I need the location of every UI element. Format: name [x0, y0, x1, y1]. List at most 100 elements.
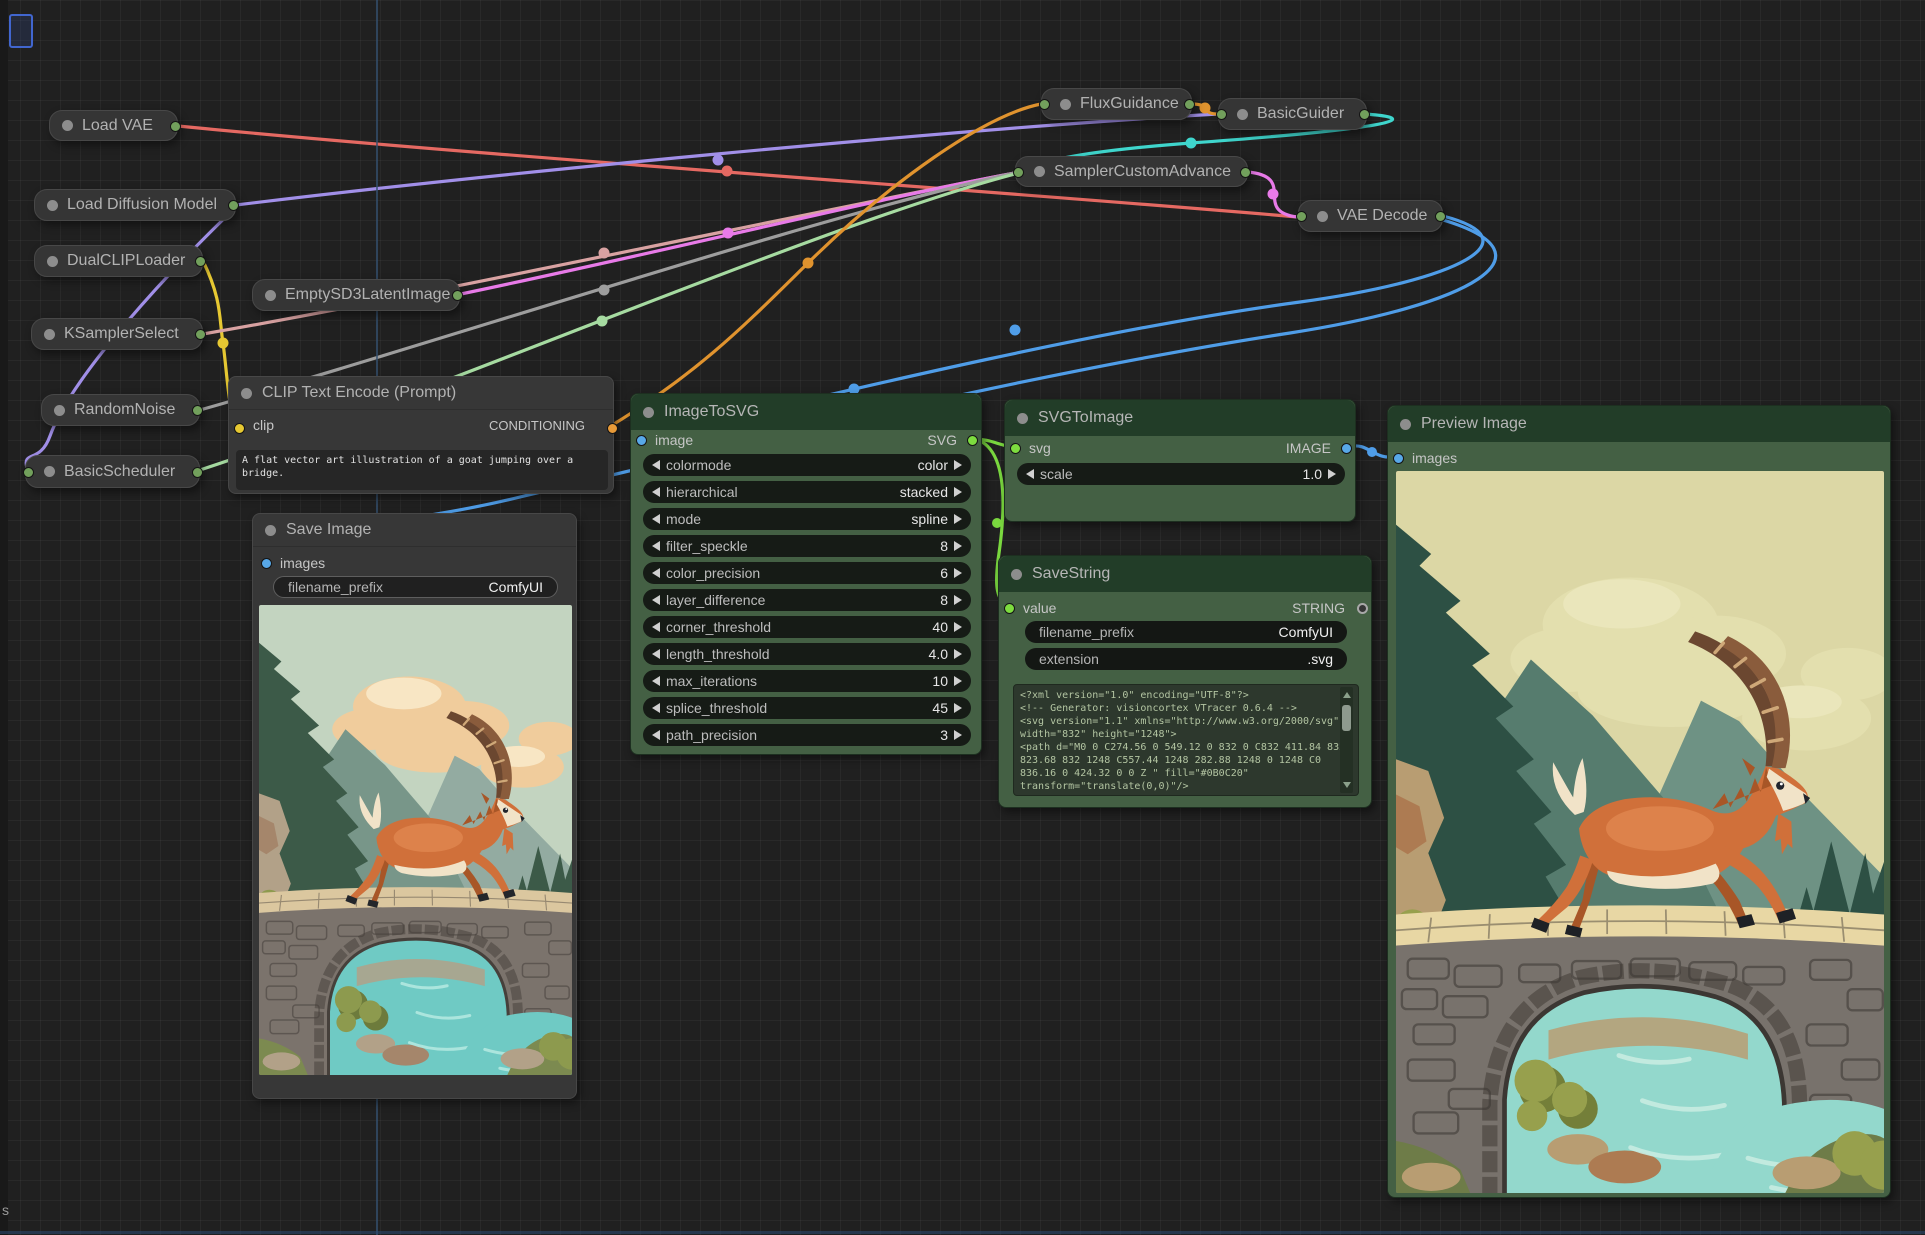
decrement-arrow-icon[interactable] [652, 649, 660, 659]
output-port-svg[interactable] [967, 435, 978, 446]
widget-max-iterations[interactable]: max_iterations 10 [643, 670, 971, 692]
increment-arrow-icon[interactable] [954, 460, 962, 470]
widget-path-precision[interactable]: path_precision 3 [643, 724, 971, 746]
scroll-thumb[interactable] [1342, 705, 1351, 731]
input-port[interactable] [1013, 167, 1024, 178]
widget-hierarchical[interactable]: hierarchical stacked [643, 481, 971, 503]
output-port-model[interactable] [228, 200, 239, 211]
widget-length-threshold[interactable]: length_threshold 4.0 [643, 643, 971, 665]
increment-arrow-icon[interactable] [954, 595, 962, 605]
decrement-arrow-icon[interactable] [652, 568, 660, 578]
decrement-arrow-icon[interactable] [652, 730, 660, 740]
node-preview-image[interactable]: Preview Image images [1387, 405, 1891, 1198]
widget-layer-difference[interactable]: layer_difference 8 [643, 589, 971, 611]
collapse-dot-icon[interactable] [47, 256, 58, 267]
collapse-dot-icon[interactable] [1317, 211, 1328, 222]
collapse-dot-icon[interactable] [62, 120, 73, 131]
node-savestring[interactable]: SaveString value STRING filename_prefix … [998, 555, 1372, 808]
increment-arrow-icon[interactable] [954, 514, 962, 524]
decrement-arrow-icon[interactable] [652, 676, 660, 686]
output-port-latent[interactable] [452, 290, 463, 301]
increment-arrow-icon[interactable] [954, 703, 962, 713]
node-svgtoimage[interactable]: SVGToImage svg IMAGE scale 1.0 [1004, 399, 1356, 522]
output-port-conditioning[interactable] [607, 423, 618, 434]
collapse-dot-icon[interactable] [1237, 109, 1248, 120]
node-imagetosvg[interactable]: ImageToSVG image SVG colormode color hie… [630, 393, 982, 755]
field-filename-prefix[interactable]: filename_prefix ComfyUI [1025, 621, 1347, 643]
widget-splice-threshold[interactable]: splice_threshold 45 [643, 697, 971, 719]
decrement-arrow-icon[interactable] [652, 622, 660, 632]
output-port-conditioning[interactable] [1184, 99, 1195, 110]
increment-arrow-icon[interactable] [954, 568, 962, 578]
scroll-down-icon[interactable] [1343, 782, 1351, 788]
output-port-image[interactable] [1435, 211, 1446, 222]
decrement-arrow-icon[interactable] [652, 487, 660, 497]
collapse-dot-icon[interactable] [1060, 99, 1071, 110]
node-load-diffusion-model[interactable]: Load Diffusion Model [34, 189, 236, 221]
collapse-dot-icon[interactable] [1011, 569, 1022, 580]
output-port-sampler[interactable] [195, 329, 206, 340]
output-port-sigmas[interactable] [192, 467, 203, 478]
node-ksamplerselect[interactable]: KSamplerSelect [31, 318, 203, 350]
decrement-arrow-icon[interactable] [652, 595, 660, 605]
decrement-arrow-icon[interactable] [652, 541, 660, 551]
node-save-image[interactable]: Save Image images filename_prefix ComfyU… [252, 513, 577, 1099]
node-basicscheduler[interactable]: BasicScheduler [25, 455, 200, 488]
output-port-latent[interactable] [1240, 167, 1251, 178]
node-emptysd3latentimage[interactable]: EmptySD3LatentImage [252, 279, 460, 311]
widget-corner-threshold[interactable]: corner_threshold 40 [643, 616, 971, 638]
node-clip-text-encode[interactable]: CLIP Text Encode (Prompt) clip CONDITION… [228, 376, 614, 494]
collapse-dot-icon[interactable] [44, 466, 55, 477]
decrement-arrow-icon[interactable] [1026, 469, 1034, 479]
widget-colormode[interactable]: colormode color [643, 454, 971, 476]
widget-scale[interactable]: scale 1.0 [1017, 463, 1345, 485]
input-port-image[interactable] [636, 435, 647, 446]
collapse-dot-icon[interactable] [54, 405, 65, 416]
node-randomnoise[interactable]: RandomNoise [41, 394, 200, 426]
scroll-up-icon[interactable] [1343, 692, 1351, 698]
node-load-vae[interactable]: Load VAE [49, 110, 178, 141]
output-port-string[interactable] [1357, 603, 1368, 614]
input-port-clip[interactable] [234, 423, 245, 434]
input-port[interactable] [1039, 99, 1050, 110]
collapse-dot-icon[interactable] [265, 525, 276, 536]
increment-arrow-icon[interactable] [954, 487, 962, 497]
widget-filter-speckle[interactable]: filter_speckle 8 [643, 535, 971, 557]
collapse-dot-icon[interactable] [44, 329, 55, 340]
output-port-image[interactable] [1341, 443, 1352, 454]
node-basicguider[interactable]: BasicGuider [1218, 98, 1367, 130]
input-port[interactable] [1216, 109, 1227, 120]
input-port[interactable] [23, 467, 34, 478]
collapse-dot-icon[interactable] [643, 407, 654, 418]
decrement-arrow-icon[interactable] [652, 460, 660, 470]
field-filename-prefix[interactable]: filename_prefix ComfyUI [273, 576, 558, 598]
input-port-images[interactable] [1393, 453, 1404, 464]
decrement-arrow-icon[interactable] [652, 514, 660, 524]
input-port-value[interactable] [1004, 603, 1015, 614]
collapse-dot-icon[interactable] [1034, 166, 1045, 177]
output-port-guider[interactable] [1359, 109, 1370, 120]
increment-arrow-icon[interactable] [954, 622, 962, 632]
node-vae-decode[interactable]: VAE Decode [1298, 200, 1443, 232]
collapse-dot-icon[interactable] [47, 200, 58, 211]
collapse-dot-icon[interactable] [265, 290, 276, 301]
input-port-svg[interactable] [1010, 443, 1021, 454]
widget-mode[interactable]: mode spline [643, 508, 971, 530]
output-port-clip[interactable] [195, 256, 206, 267]
input-port[interactable] [1296, 211, 1307, 222]
field-extension[interactable]: extension .svg [1025, 648, 1347, 670]
collapse-dot-icon[interactable] [241, 388, 252, 399]
textarea-scrollbar[interactable] [1340, 687, 1353, 793]
decrement-arrow-icon[interactable] [652, 703, 660, 713]
increment-arrow-icon[interactable] [954, 676, 962, 686]
input-port-images[interactable] [261, 558, 272, 569]
collapse-dot-icon[interactable] [1017, 413, 1028, 424]
node-fluxguidance[interactable]: FluxGuidance [1041, 88, 1192, 120]
increment-arrow-icon[interactable] [954, 730, 962, 740]
prompt-textarea[interactable]: A flat vector art illustration of a goat… [236, 450, 608, 490]
increment-arrow-icon[interactable] [954, 649, 962, 659]
increment-arrow-icon[interactable] [954, 541, 962, 551]
increment-arrow-icon[interactable] [1328, 469, 1336, 479]
output-port-vae[interactable] [170, 121, 181, 132]
svg-source-textarea[interactable]: <?xml version="1.0" encoding="UTF-8"?> <… [1013, 684, 1359, 796]
